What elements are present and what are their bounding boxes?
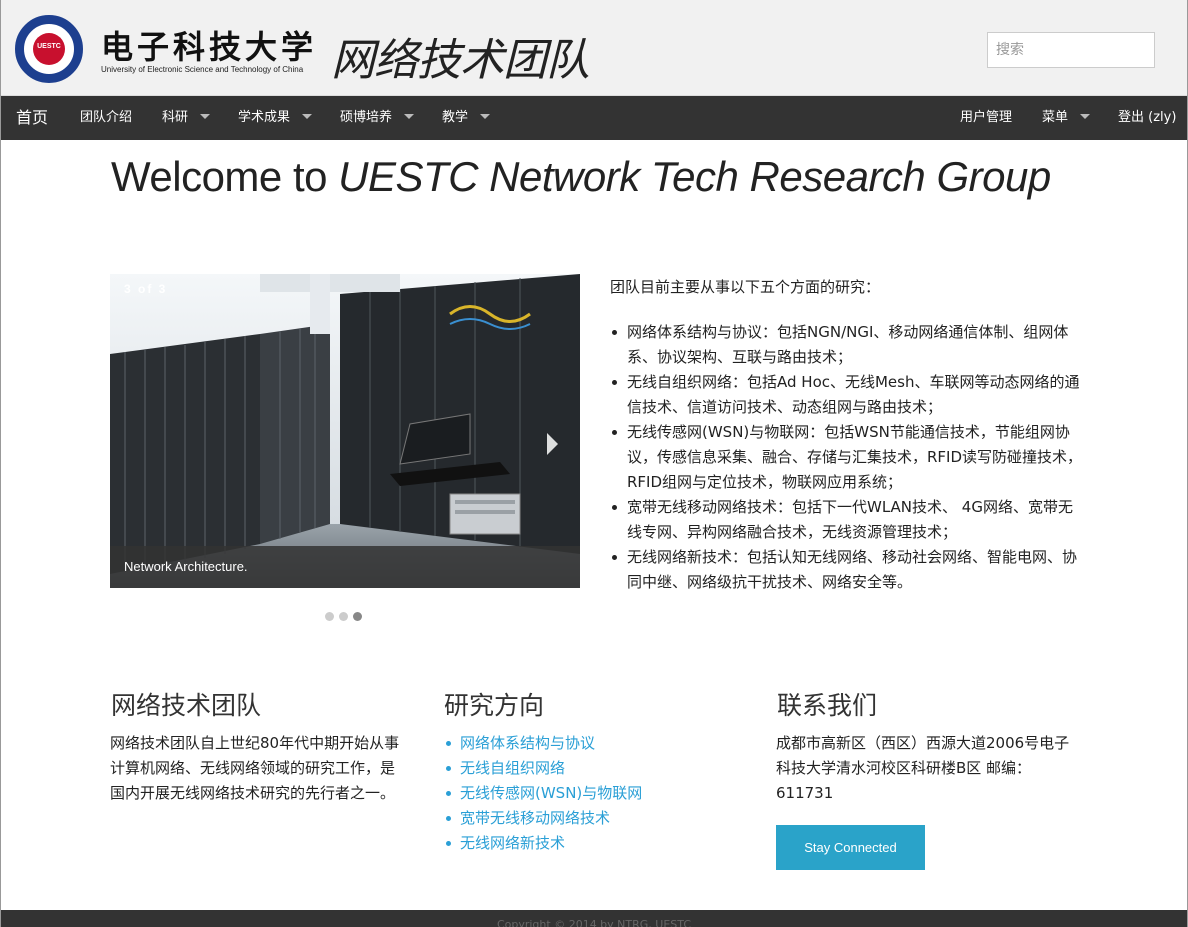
next-slide-arrow-icon[interactable] <box>547 433 558 455</box>
nav-label: 学术成果 <box>238 110 291 125</box>
direction-link[interactable]: 无线传感网(WSN)与物联网 <box>460 784 642 802</box>
university-name-cn: 电子科技大学 <box>101 28 318 66</box>
list-item: 无线网络新技术：包括认知无线网络、移动社会网络、智能电网、协同中继、网络级抗干扰… <box>610 545 1084 595</box>
nav-menu-dropdown[interactable]: 菜单 <box>1042 96 1091 140</box>
direction-link[interactable]: 无线网络新技术 <box>460 834 565 852</box>
nav-label: 用户管理 <box>960 110 1013 125</box>
footer-copyright: Copyright © 2014 by NTRG, UESTC <box>496 918 692 927</box>
page-title-emphasis: UESTC Network Tech Research Group <box>338 153 1051 200</box>
nav-label: 硕博培养 <box>340 110 393 125</box>
nav-home[interactable]: 首页 <box>16 96 48 140</box>
slide-caption: Network Architecture. <box>110 546 580 588</box>
seal-text: UESTC <box>37 43 61 50</box>
directions-link-list: 网络体系结构与协议 无线自组织网络 无线传感网(WSN)与物联网 宽带无线移动网… <box>444 731 642 856</box>
search-input[interactable] <box>987 32 1155 68</box>
site-footer: Copyright © 2014 by NTRG, UESTC <box>1 910 1187 927</box>
stay-connected-button[interactable]: Stay Connected <box>776 825 925 870</box>
list-item: 网络体系结构与协议 <box>444 731 642 756</box>
university-seal-logo[interactable]: UESTC <box>15 15 83 83</box>
direction-link[interactable]: 宽带无线移动网络技术 <box>460 809 610 827</box>
seal-center: UESTC <box>33 33 65 65</box>
image-carousel[interactable]: 3 of 3 Network Architecture. <box>110 274 580 588</box>
research-intro: 团队目前主要从事以下五个方面的研究： <box>610 278 881 296</box>
nav-team-intro[interactable]: 团队介绍 <box>80 96 132 140</box>
contact-section-title: 联系我们 <box>777 691 878 720</box>
main-navbar: 首页 团队介绍 科研 学术成果 硕博培养 教学 用户管理 菜单 登出 (zly) <box>1 96 1187 140</box>
carousel-dot-2[interactable] <box>339 612 348 621</box>
nav-label: 团队介绍 <box>80 110 133 125</box>
research-areas-list: 网络体系结构与协议：包括NGN/NGI、移动网络通信体制、组网体系、协议架构、互… <box>610 320 1084 595</box>
nav-user-management[interactable]: 用户管理 <box>960 96 1012 140</box>
caret-down-icon <box>200 114 211 119</box>
seal-ring: UESTC <box>22 22 76 76</box>
carousel-dot-1[interactable] <box>325 612 334 621</box>
slide-counter: 3 of 3 <box>124 282 168 296</box>
team-description: 网络技术团队自上世纪80年代中期开始从事计算机网络、无线网络领域的研究工作，是国… <box>110 734 400 802</box>
list-item: 无线传感网(WSN)与物联网 <box>444 781 642 806</box>
carousel-indicators <box>325 606 367 621</box>
nav-teaching-dropdown[interactable]: 教学 <box>442 96 491 140</box>
nav-label: 登出 (zly) <box>1118 110 1177 125</box>
page-title-plain: Welcome to <box>111 153 339 200</box>
team-section-title: 网络技术团队 <box>111 691 262 720</box>
list-item: 无线传感网(WSN)与物联网：包括WSN节能通信技术，节能组网协议，传感信息采集… <box>610 420 1084 495</box>
nav-research-dropdown[interactable]: 科研 <box>162 96 211 140</box>
list-item: 宽带无线移动网络技术 <box>444 806 642 831</box>
list-item: 无线自组织网络 <box>444 756 642 781</box>
nav-label: 教学 <box>442 110 469 125</box>
list-item: 网络体系结构与协议：包括NGN/NGI、移动网络通信体制、组网体系、协议架构、互… <box>610 320 1084 370</box>
directions-section-title: 研究方向 <box>444 691 545 720</box>
caret-down-icon <box>480 114 491 119</box>
list-item: 宽带无线移动网络技术：包括下一代WLAN技术、 4G网络、宽带无线专网、异构网络… <box>610 495 1084 545</box>
caret-down-icon <box>302 114 313 119</box>
nav-graduate-dropdown[interactable]: 硕博培养 <box>340 96 415 140</box>
list-item: 无线自组织网络：包括Ad Hoc、无线Mesh、车联网等动态网络的通信技术、信道… <box>610 370 1084 420</box>
nav-logout[interactable]: 登出 (zly) <box>1118 96 1176 140</box>
carousel-dot-3[interactable] <box>353 612 362 621</box>
university-name-en: University of Electronic Science and Tec… <box>101 65 304 74</box>
site-header: UESTC 电子科技大学 University of Electronic Sc… <box>1 0 1187 96</box>
nav-label: 菜单 <box>1042 110 1069 125</box>
list-item: 无线网络新技术 <box>444 831 642 856</box>
server-room-image <box>110 274 580 588</box>
direction-link[interactable]: 无线自组织网络 <box>460 759 565 777</box>
caret-down-icon <box>404 114 415 119</box>
nav-label: 科研 <box>162 110 189 125</box>
page-title: Welcome to UESTC Network Tech Research G… <box>111 146 1051 208</box>
direction-link[interactable]: 网络体系结构与协议 <box>460 734 595 752</box>
group-name-title: 网络技术团队 <box>331 35 590 86</box>
contact-address: 成都市高新区（西区）西源大道2006号电子科技大学清水河校区科研楼B区 邮编：6… <box>776 734 1070 802</box>
caret-down-icon <box>1080 114 1091 119</box>
nav-achievements-dropdown[interactable]: 学术成果 <box>238 96 313 140</box>
